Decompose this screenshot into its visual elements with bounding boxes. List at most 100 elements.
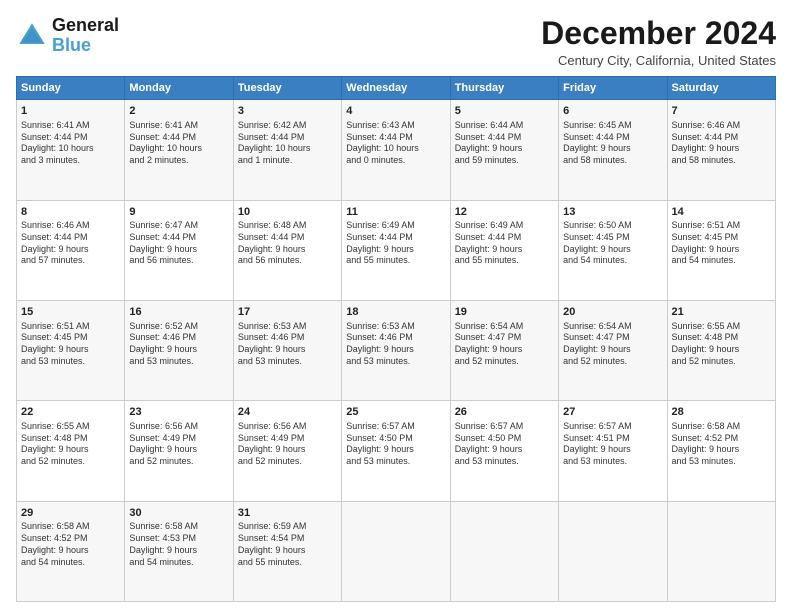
- day-number: 23: [129, 405, 228, 420]
- day-detail: Sunrise: 6:43 AM Sunset: 4:44 PM Dayligh…: [346, 120, 445, 167]
- day-detail: Sunrise: 6:41 AM Sunset: 4:44 PM Dayligh…: [129, 120, 228, 167]
- day-number: 1: [21, 104, 120, 119]
- day-number: 25: [346, 405, 445, 420]
- day-detail: Sunrise: 6:48 AM Sunset: 4:44 PM Dayligh…: [238, 220, 337, 267]
- day-detail: Sunrise: 6:54 AM Sunset: 4:47 PM Dayligh…: [563, 321, 662, 368]
- day-detail: Sunrise: 6:57 AM Sunset: 4:50 PM Dayligh…: [455, 421, 554, 468]
- day-number: 18: [346, 305, 445, 320]
- header-day-monday: Monday: [125, 77, 233, 100]
- calendar-cell: 3Sunrise: 6:42 AM Sunset: 4:44 PM Daylig…: [233, 100, 341, 200]
- day-detail: Sunrise: 6:45 AM Sunset: 4:44 PM Dayligh…: [563, 120, 662, 167]
- day-number: 28: [672, 405, 771, 420]
- calendar-cell: 2Sunrise: 6:41 AM Sunset: 4:44 PM Daylig…: [125, 100, 233, 200]
- main-title: December 2024: [541, 16, 776, 51]
- day-detail: Sunrise: 6:47 AM Sunset: 4:44 PM Dayligh…: [129, 220, 228, 267]
- calendar-cell: 15Sunrise: 6:51 AM Sunset: 4:45 PM Dayli…: [17, 300, 125, 400]
- week-row-4: 22Sunrise: 6:55 AM Sunset: 4:48 PM Dayli…: [17, 401, 776, 501]
- calendar-cell: 29Sunrise: 6:58 AM Sunset: 4:52 PM Dayli…: [17, 501, 125, 601]
- day-number: 20: [563, 305, 662, 320]
- day-detail: Sunrise: 6:41 AM Sunset: 4:44 PM Dayligh…: [21, 120, 120, 167]
- logo-icon: [16, 20, 48, 52]
- day-detail: Sunrise: 6:54 AM Sunset: 4:47 PM Dayligh…: [455, 321, 554, 368]
- calendar-cell: 7Sunrise: 6:46 AM Sunset: 4:44 PM Daylig…: [667, 100, 775, 200]
- day-number: 8: [21, 205, 120, 220]
- calendar-cell: 23Sunrise: 6:56 AM Sunset: 4:49 PM Dayli…: [125, 401, 233, 501]
- header-day-wednesday: Wednesday: [342, 77, 450, 100]
- day-number: 5: [455, 104, 554, 119]
- header-day-sunday: Sunday: [17, 77, 125, 100]
- header: General Blue December 2024 Century City,…: [16, 16, 776, 68]
- header-day-friday: Friday: [559, 77, 667, 100]
- calendar-cell: 19Sunrise: 6:54 AM Sunset: 4:47 PM Dayli…: [450, 300, 558, 400]
- day-detail: Sunrise: 6:56 AM Sunset: 4:49 PM Dayligh…: [238, 421, 337, 468]
- day-number: 17: [238, 305, 337, 320]
- day-detail: Sunrise: 6:56 AM Sunset: 4:49 PM Dayligh…: [129, 421, 228, 468]
- header-day-thursday: Thursday: [450, 77, 558, 100]
- day-detail: Sunrise: 6:59 AM Sunset: 4:54 PM Dayligh…: [238, 521, 337, 568]
- day-number: 10: [238, 205, 337, 220]
- day-detail: Sunrise: 6:58 AM Sunset: 4:52 PM Dayligh…: [21, 521, 120, 568]
- day-number: 12: [455, 205, 554, 220]
- calendar-cell: 28Sunrise: 6:58 AM Sunset: 4:52 PM Dayli…: [667, 401, 775, 501]
- day-number: 27: [563, 405, 662, 420]
- calendar-cell: 6Sunrise: 6:45 AM Sunset: 4:44 PM Daylig…: [559, 100, 667, 200]
- calendar-cell: [667, 501, 775, 601]
- calendar-cell: 11Sunrise: 6:49 AM Sunset: 4:44 PM Dayli…: [342, 200, 450, 300]
- logo: General Blue: [16, 16, 119, 56]
- day-number: 14: [672, 205, 771, 220]
- day-number: 11: [346, 205, 445, 220]
- calendar-cell: [342, 501, 450, 601]
- day-detail: Sunrise: 6:55 AM Sunset: 4:48 PM Dayligh…: [672, 321, 771, 368]
- week-row-5: 29Sunrise: 6:58 AM Sunset: 4:52 PM Dayli…: [17, 501, 776, 601]
- day-number: 29: [21, 506, 120, 521]
- day-detail: Sunrise: 6:46 AM Sunset: 4:44 PM Dayligh…: [21, 220, 120, 267]
- day-detail: Sunrise: 6:51 AM Sunset: 4:45 PM Dayligh…: [21, 321, 120, 368]
- calendar-cell: 9Sunrise: 6:47 AM Sunset: 4:44 PM Daylig…: [125, 200, 233, 300]
- calendar-cell: 16Sunrise: 6:52 AM Sunset: 4:46 PM Dayli…: [125, 300, 233, 400]
- day-detail: Sunrise: 6:57 AM Sunset: 4:51 PM Dayligh…: [563, 421, 662, 468]
- day-number: 7: [672, 104, 771, 119]
- day-detail: Sunrise: 6:57 AM Sunset: 4:50 PM Dayligh…: [346, 421, 445, 468]
- calendar-cell: 18Sunrise: 6:53 AM Sunset: 4:46 PM Dayli…: [342, 300, 450, 400]
- calendar-cell: 24Sunrise: 6:56 AM Sunset: 4:49 PM Dayli…: [233, 401, 341, 501]
- day-detail: Sunrise: 6:51 AM Sunset: 4:45 PM Dayligh…: [672, 220, 771, 267]
- calendar-cell: 5Sunrise: 6:44 AM Sunset: 4:44 PM Daylig…: [450, 100, 558, 200]
- day-number: 9: [129, 205, 228, 220]
- day-number: 2: [129, 104, 228, 119]
- day-number: 4: [346, 104, 445, 119]
- calendar-table: SundayMondayTuesdayWednesdayThursdayFrid…: [16, 76, 776, 602]
- calendar-cell: 4Sunrise: 6:43 AM Sunset: 4:44 PM Daylig…: [342, 100, 450, 200]
- calendar-cell: 8Sunrise: 6:46 AM Sunset: 4:44 PM Daylig…: [17, 200, 125, 300]
- day-number: 30: [129, 506, 228, 521]
- day-detail: Sunrise: 6:42 AM Sunset: 4:44 PM Dayligh…: [238, 120, 337, 167]
- day-detail: Sunrise: 6:52 AM Sunset: 4:46 PM Dayligh…: [129, 321, 228, 368]
- day-number: 21: [672, 305, 771, 320]
- calendar-cell: 21Sunrise: 6:55 AM Sunset: 4:48 PM Dayli…: [667, 300, 775, 400]
- calendar-cell: 12Sunrise: 6:49 AM Sunset: 4:44 PM Dayli…: [450, 200, 558, 300]
- day-number: 19: [455, 305, 554, 320]
- day-number: 31: [238, 506, 337, 521]
- day-number: 16: [129, 305, 228, 320]
- day-number: 22: [21, 405, 120, 420]
- week-row-2: 8Sunrise: 6:46 AM Sunset: 4:44 PM Daylig…: [17, 200, 776, 300]
- day-detail: Sunrise: 6:53 AM Sunset: 4:46 PM Dayligh…: [238, 321, 337, 368]
- calendar-cell: 14Sunrise: 6:51 AM Sunset: 4:45 PM Dayli…: [667, 200, 775, 300]
- calendar-cell: 27Sunrise: 6:57 AM Sunset: 4:51 PM Dayli…: [559, 401, 667, 501]
- calendar-cell: 17Sunrise: 6:53 AM Sunset: 4:46 PM Dayli…: [233, 300, 341, 400]
- calendar-cell: 13Sunrise: 6:50 AM Sunset: 4:45 PM Dayli…: [559, 200, 667, 300]
- day-detail: Sunrise: 6:53 AM Sunset: 4:46 PM Dayligh…: [346, 321, 445, 368]
- day-number: 26: [455, 405, 554, 420]
- calendar-cell: 10Sunrise: 6:48 AM Sunset: 4:44 PM Dayli…: [233, 200, 341, 300]
- calendar-cell: 26Sunrise: 6:57 AM Sunset: 4:50 PM Dayli…: [450, 401, 558, 501]
- calendar-cell: [450, 501, 558, 601]
- calendar-cell: [559, 501, 667, 601]
- day-detail: Sunrise: 6:46 AM Sunset: 4:44 PM Dayligh…: [672, 120, 771, 167]
- title-block: December 2024 Century City, California, …: [541, 16, 776, 68]
- subtitle: Century City, California, United States: [541, 53, 776, 68]
- calendar-cell: 25Sunrise: 6:57 AM Sunset: 4:50 PM Dayli…: [342, 401, 450, 501]
- day-detail: Sunrise: 6:49 AM Sunset: 4:44 PM Dayligh…: [346, 220, 445, 267]
- header-day-tuesday: Tuesday: [233, 77, 341, 100]
- day-number: 3: [238, 104, 337, 119]
- page: General Blue December 2024 Century City,…: [0, 0, 792, 612]
- day-number: 6: [563, 104, 662, 119]
